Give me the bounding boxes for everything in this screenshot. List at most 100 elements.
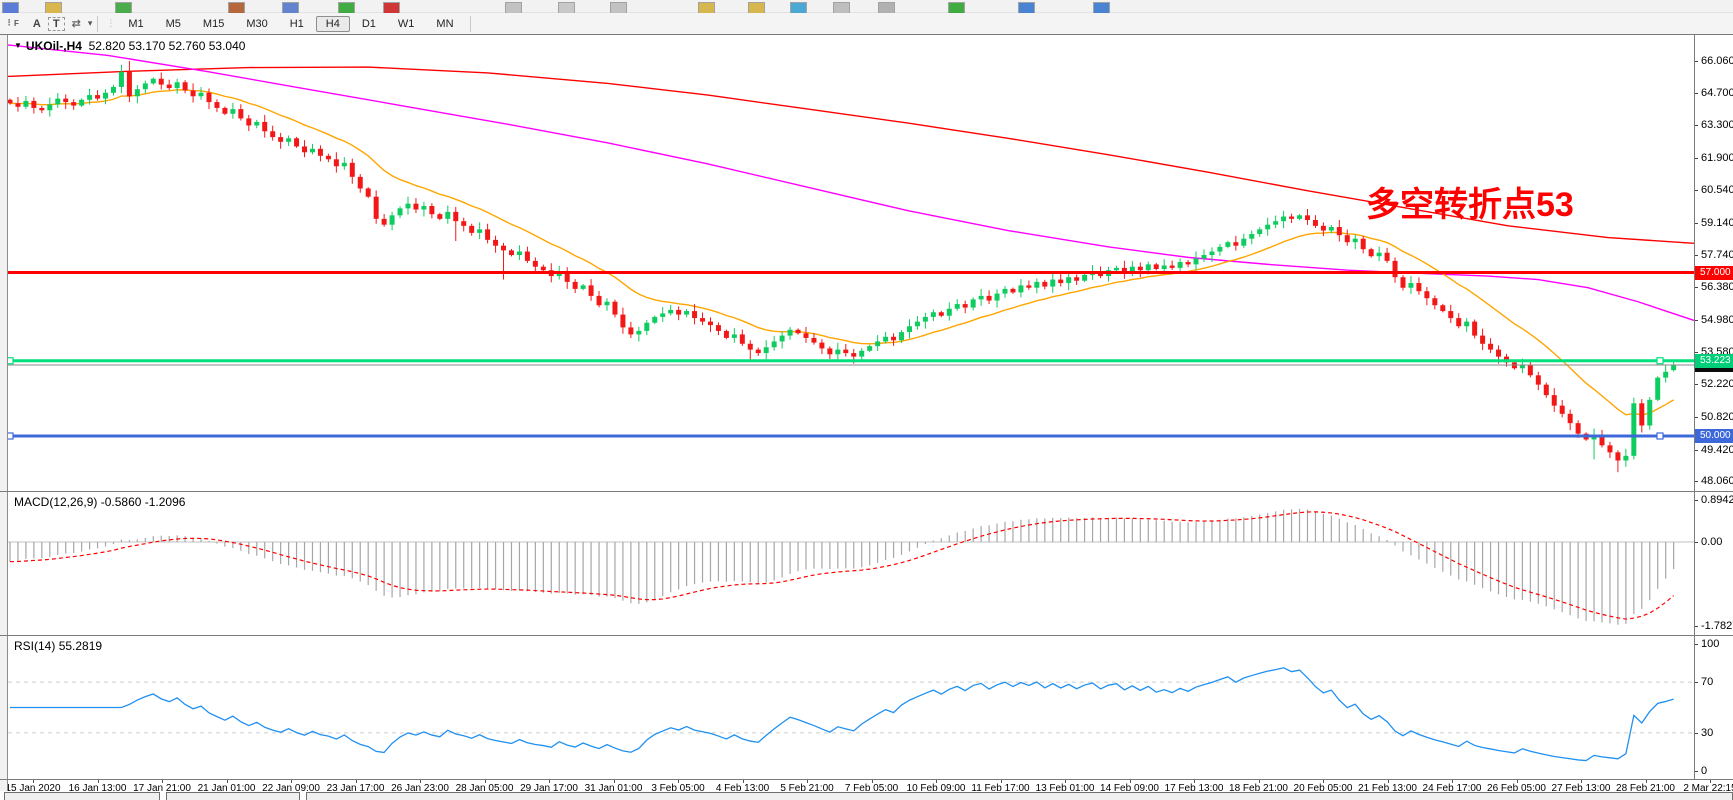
timeframe-button-h1[interactable]: H1	[280, 16, 314, 32]
candle-body	[1138, 267, 1143, 271]
toolbar-icon-cropped[interactable]	[1018, 2, 1035, 13]
timeframe-button-m30[interactable]: M30	[236, 16, 277, 32]
candle-body	[923, 317, 928, 322]
candle-body	[597, 296, 602, 305]
candle-body	[167, 85, 172, 89]
candle-body	[1297, 215, 1302, 219]
toolbar-icon-cropped[interactable]	[948, 2, 965, 13]
timeframe-button-h4[interactable]: H4	[316, 16, 350, 32]
toolbar-icon-cropped[interactable]	[1093, 2, 1110, 13]
toolbar-icon-cropped[interactable]	[115, 2, 132, 13]
candle-body	[1488, 344, 1493, 350]
candle-body	[270, 131, 275, 137]
candle-body	[525, 252, 530, 261]
candle-body	[1026, 285, 1031, 287]
line-handle[interactable]	[8, 358, 13, 364]
toolbar-icon-cropped[interactable]	[748, 2, 765, 13]
candle-body	[1337, 227, 1342, 235]
candle-body	[1377, 253, 1382, 257]
candles-group	[8, 61, 1676, 472]
toolbar-icon-cropped[interactable]	[2, 2, 19, 13]
toolbar-icon-cropped[interactable]	[228, 2, 245, 13]
grid-properties-icon[interactable]: ⠇F	[0, 18, 26, 29]
candle-body	[1623, 456, 1628, 461]
candle-body	[1209, 252, 1214, 256]
toolbar-icon-cropped[interactable]	[338, 2, 355, 13]
objects-dropdown-caret-icon[interactable]: ▾	[88, 18, 93, 29]
price-axis-tick: 59.140	[1701, 217, 1733, 229]
toolbar-icon-cropped[interactable]	[45, 2, 62, 13]
price-badge-50_000: 50.000	[1695, 429, 1733, 443]
toolbar-icon-cropped[interactable]	[878, 2, 895, 13]
line-handle[interactable]	[1657, 358, 1663, 364]
candle-body	[1416, 283, 1421, 291]
candle-body	[302, 146, 307, 152]
panel-separator[interactable]	[0, 635, 1733, 636]
symbol-dropdown-icon[interactable]: ▼	[14, 41, 22, 50]
text-label-icon[interactable]: T	[48, 17, 65, 31]
panel-separator	[0, 34, 1733, 35]
toolbar-icon-cropped[interactable]	[610, 2, 627, 13]
candle-body	[254, 122, 259, 126]
toolbar-icon-cropped[interactable]	[282, 2, 299, 13]
candle-body	[1042, 282, 1047, 287]
toolbar-icon-cropped[interactable]	[790, 2, 807, 13]
toolbar-icon-cropped[interactable]	[383, 2, 400, 13]
timeframe-button-mn[interactable]: MN	[426, 16, 463, 32]
candle-body	[278, 137, 283, 142]
timeframe-button-w1[interactable]: W1	[388, 16, 425, 32]
candle-body	[79, 100, 84, 106]
candlestick-chart[interactable]	[8, 34, 1694, 491]
candle-body	[764, 347, 769, 353]
macd-indicator-panel[interactable]: MACD(12,26,9) -0.5860 -1.2096	[8, 492, 1694, 634]
candle-body	[1010, 289, 1015, 293]
candle-body	[358, 177, 363, 189]
candle-body	[620, 315, 625, 328]
candle-body	[1615, 452, 1620, 460]
candle-body	[1631, 403, 1636, 456]
candle-body	[740, 334, 745, 343]
toolbar-icon-cropped[interactable]	[505, 2, 522, 13]
candle-body	[605, 302, 610, 306]
timeframe-button-m15[interactable]: M15	[193, 16, 234, 32]
price-axis-tick: 53.580	[1701, 346, 1733, 358]
timeframe-button-m5[interactable]: M5	[156, 16, 191, 32]
candle-body	[1576, 423, 1581, 434]
macd-signal-line	[10, 512, 1674, 619]
timeframe-button-m1[interactable]: M1	[118, 16, 153, 32]
toolbar-icon-cropped[interactable]	[698, 2, 715, 13]
candle-body	[573, 282, 578, 289]
candle-body	[1066, 277, 1071, 283]
candle-body	[199, 93, 204, 97]
price-axis-tick: 66.060	[1701, 55, 1733, 67]
draw-objects-icon[interactable]: ⇄	[65, 17, 88, 30]
candle-body	[1472, 322, 1477, 336]
rsi-chart	[8, 636, 1694, 779]
candle-body	[350, 163, 355, 177]
rsi-indicator-panel[interactable]: RSI(14) 55.2819	[8, 636, 1694, 779]
line-handle[interactable]	[8, 433, 13, 439]
horizontal-line-50[interactable]	[8, 433, 1694, 439]
candle-body	[23, 101, 28, 107]
toolbar-icon-cropped[interactable]	[833, 2, 850, 13]
price-chart-panel[interactable]: ▼UKOil-,H4 52.820 53.170 52.760 53.040 多…	[8, 34, 1694, 491]
toolbar-drag-handle[interactable]: ⋮	[106, 18, 114, 29]
toolbar-separator	[470, 16, 471, 32]
chart-annotation-text[interactable]: 多空转折点53	[1366, 177, 1574, 226]
macd-axis-tick: 0.00	[1701, 536, 1722, 548]
toolbar-icon-cropped[interactable]	[558, 2, 575, 13]
candle-body	[15, 103, 20, 107]
text-annotation-icon[interactable]: A	[26, 18, 48, 30]
horizontal-line-53_223[interactable]	[8, 358, 1694, 364]
line-handle[interactable]	[1657, 433, 1663, 439]
rsi-axis-tick: 30	[1701, 727, 1713, 739]
candle-body	[907, 326, 912, 332]
candle-body	[421, 206, 426, 210]
rsi-label: RSI(14) 55.2819	[14, 639, 102, 653]
candle-body	[804, 333, 809, 338]
panel-separator[interactable]	[0, 491, 1733, 492]
timeframe-button-d1[interactable]: D1	[352, 16, 386, 32]
candle-body	[883, 337, 888, 342]
candle-body	[461, 221, 466, 226]
candle-body	[143, 83, 148, 89]
